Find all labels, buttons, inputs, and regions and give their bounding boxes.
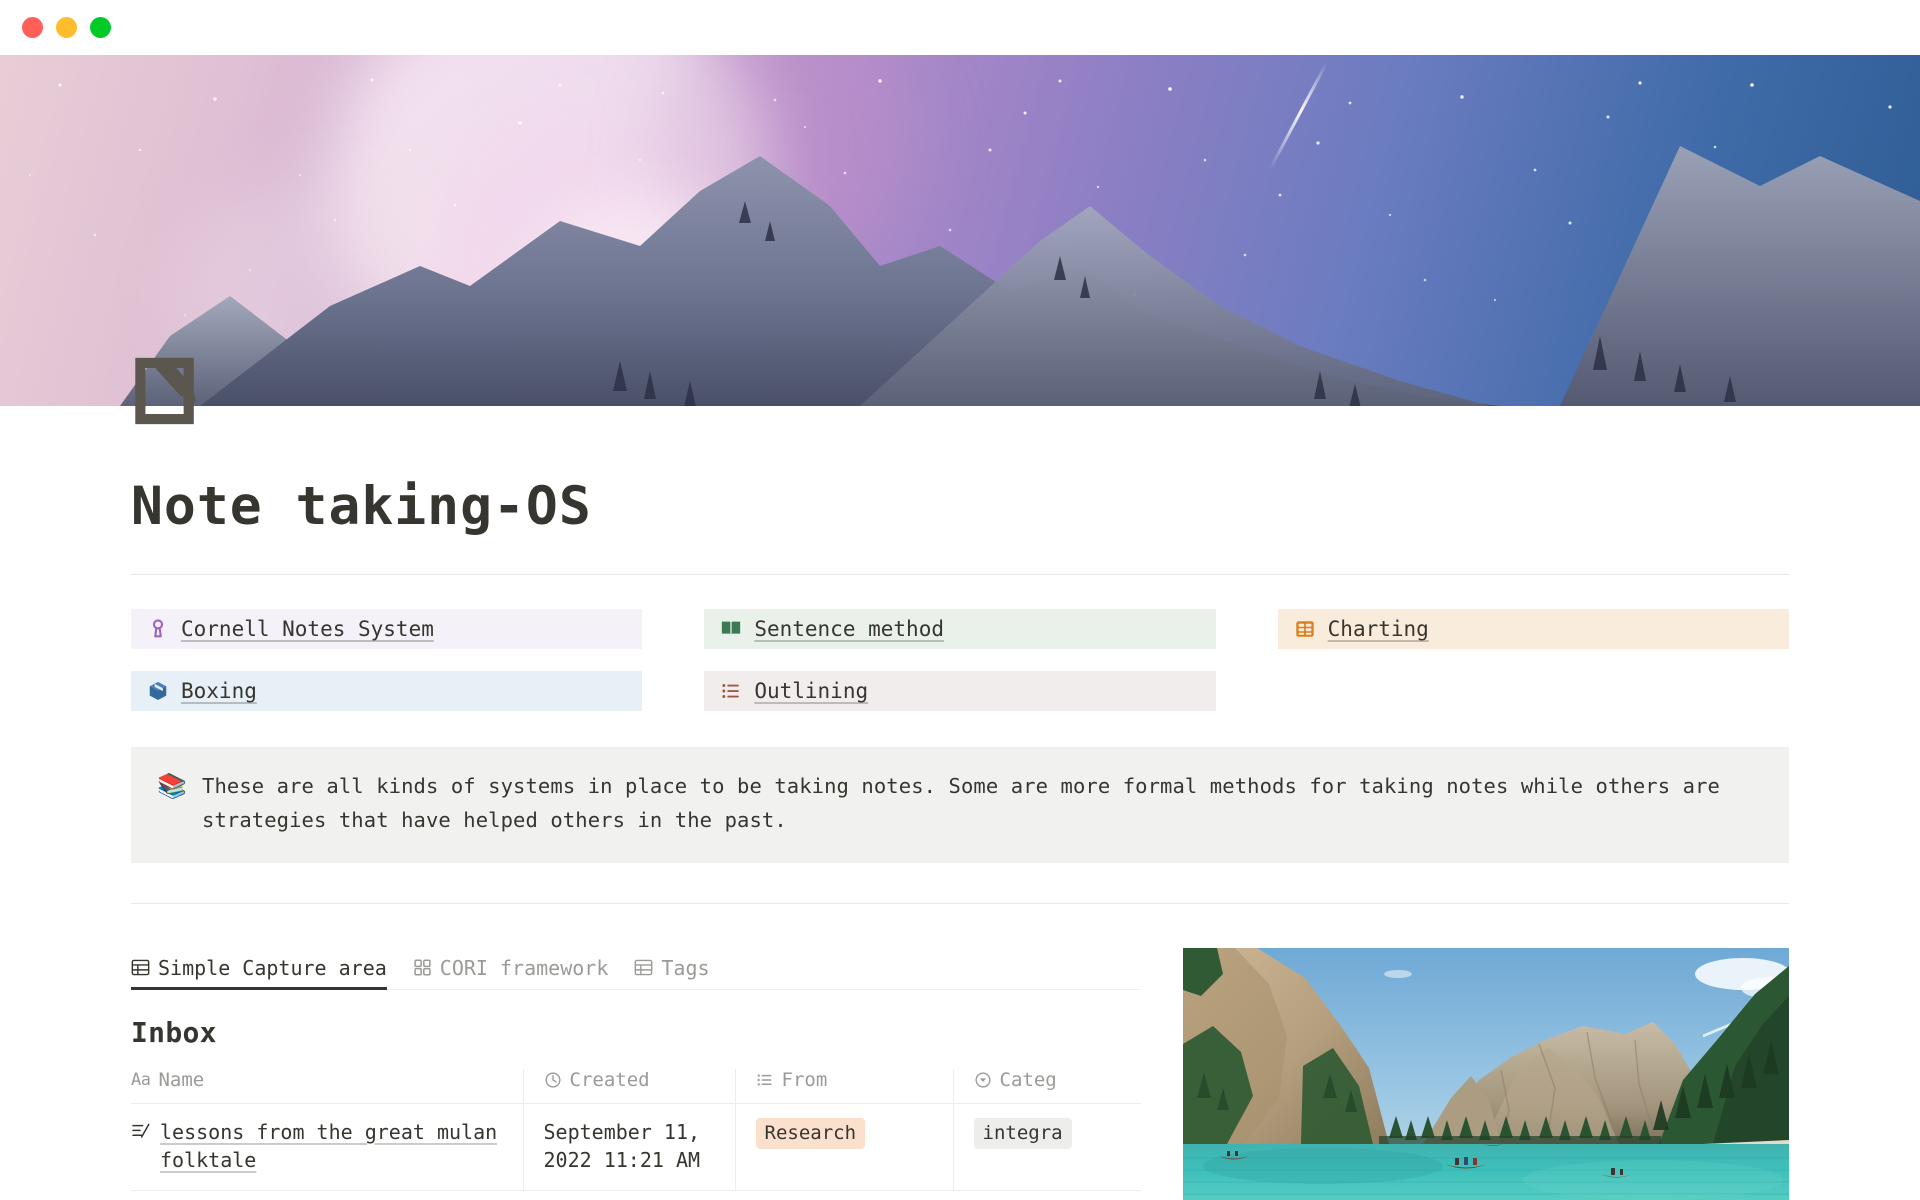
lower-section: Simple Capture area CORI framework Tags … — [131, 947, 1789, 1200]
database-title: Inbox — [131, 1015, 217, 1049]
keyhole-person-icon — [152, 619, 164, 638]
photo-block — [1183, 947, 1789, 1200]
select-chevron-icon — [974, 1072, 991, 1088]
gallery-view-icon — [414, 959, 431, 976]
clock-icon — [544, 1072, 561, 1088]
page-content: Note taking-OS Cornell Notes System Sent… — [0, 406, 1920, 1200]
tab-label: Simple Capture area — [158, 955, 387, 980]
card-label: Boxing — [181, 679, 257, 704]
from-tag: Research — [755, 1117, 866, 1150]
page-title: Note taking-OS — [131, 476, 592, 537]
method-cards-grid: Cornell Notes System Sentence method Cha… — [131, 609, 1789, 712]
table-view-icon — [131, 959, 150, 976]
column-header-created[interactable]: Created — [522, 1068, 735, 1104]
maximize-window-button[interactable] — [90, 17, 111, 38]
cell-name[interactable]: lessons from the great mulan folktale — [131, 1103, 523, 1192]
text-aa-icon: Aa — [131, 1069, 151, 1090]
tab-tags[interactable]: Tags — [634, 955, 710, 989]
card-label: Cornell Notes System — [181, 617, 434, 642]
column-label: From — [781, 1068, 828, 1091]
callout-block: 📚 These are all kinds of systems in plac… — [131, 747, 1789, 863]
category-tag: integra — [973, 1117, 1072, 1150]
close-window-button[interactable] — [22, 17, 43, 38]
card-boxing[interactable]: Boxing — [131, 671, 643, 712]
card-label: Outlining — [754, 679, 869, 704]
column-label: Categ — [999, 1068, 1057, 1091]
tab-simple-capture-area[interactable]: Simple Capture area — [131, 955, 387, 990]
page-icon[interactable] — [131, 352, 209, 430]
mountain-silhouette — [120, 146, 1920, 406]
lake-photo-graphic — [1183, 947, 1789, 1200]
database-view-tabs: Simple Capture area CORI framework Tags — [131, 948, 1141, 990]
table-row[interactable]: lessons from the great mulan folktale Se… — [131, 1103, 1141, 1192]
table-grid-icon — [1295, 621, 1314, 638]
row-name-link[interactable]: lessons from the great mulan folktale — [160, 1118, 523, 1175]
open-book-icon — [722, 621, 741, 636]
card-label: Sentence method — [754, 617, 944, 642]
page-note-icon — [132, 1123, 150, 1138]
table-header-row: Aa Name Created From Categ — [131, 1068, 1141, 1104]
column-label: Created — [569, 1068, 650, 1091]
column-header-from[interactable]: From — [734, 1068, 953, 1104]
card-label: Charting — [1327, 617, 1429, 642]
cube-box-icon — [149, 682, 167, 701]
tab-label: CORI framework — [439, 955, 609, 980]
divider — [131, 902, 1789, 904]
multi-select-icon — [757, 1074, 771, 1086]
card-sentence-method[interactable]: Sentence method — [704, 609, 1216, 650]
cell-from[interactable]: Research — [734, 1103, 953, 1192]
memo-pencil-icon — [135, 357, 197, 425]
page-cover-image[interactable] — [0, 55, 1920, 406]
inbox-table: Aa Name Created From Categ lessons from … — [131, 1068, 1141, 1192]
divider — [131, 574, 1789, 576]
column-header-category[interactable]: Categ — [952, 1068, 1141, 1104]
callout-text: These are all kinds of systems in place … — [202, 774, 1720, 832]
cell-created[interactable]: September 11, 2022 11:21 AM — [522, 1103, 735, 1192]
minimize-window-button[interactable] — [56, 17, 77, 38]
column-label: Name — [158, 1068, 205, 1091]
app-window: Note taking-OS Cornell Notes System Sent… — [0, 0, 1920, 1200]
bulleted-list-icon — [722, 684, 740, 699]
tab-label: Tags — [661, 955, 710, 980]
database-block: Simple Capture area CORI framework Tags … — [131, 948, 1141, 1200]
tab-cori-framework[interactable]: CORI framework — [413, 955, 609, 989]
table-view-icon — [634, 959, 653, 976]
card-charting[interactable]: Charting — [1277, 609, 1789, 650]
card-cornell-notes-system[interactable]: Cornell Notes System — [131, 609, 643, 650]
card-outlining[interactable]: Outlining — [704, 671, 1216, 712]
column-header-name[interactable]: Aa Name — [131, 1068, 523, 1104]
window-title-bar — [0, 0, 1920, 55]
books-emoji: 📚 — [157, 772, 187, 801]
cell-category[interactable]: integra — [952, 1103, 1141, 1192]
lake-photo[interactable] — [1183, 947, 1789, 1200]
